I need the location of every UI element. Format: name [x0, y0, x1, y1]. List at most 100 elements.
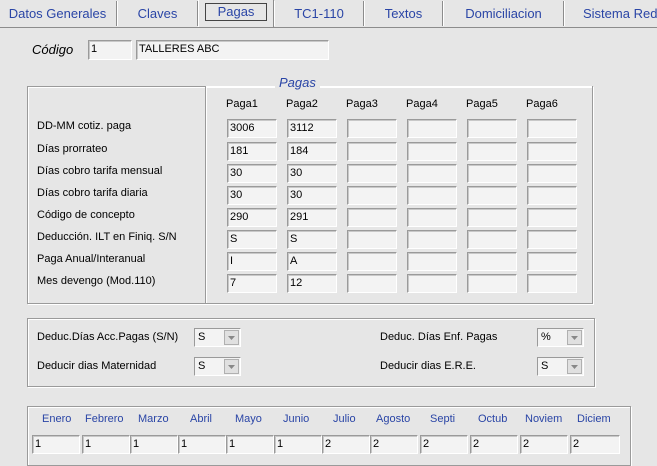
deduc-mat-value: S: [198, 360, 206, 372]
month-value-field[interactable]: 2: [520, 435, 568, 454]
paga3-field[interactable]: [347, 274, 397, 293]
month-value-field[interactable]: 2: [420, 435, 468, 454]
paga6-field[interactable]: [527, 164, 577, 183]
month-label: Abril: [190, 413, 213, 425]
paga5-field[interactable]: [467, 164, 517, 183]
paga1-field[interactable]: 290: [227, 208, 277, 227]
tab-tc1-110[interactable]: TC1-110: [274, 1, 364, 26]
month-value-field[interactable]: 1: [226, 435, 274, 454]
month-label: Noviem: [525, 413, 563, 425]
paga2-field[interactable]: 291: [287, 208, 337, 227]
paga3-field[interactable]: [347, 142, 397, 161]
deduc-ere-select[interactable]: S: [537, 357, 584, 376]
tab-sistema-red[interactable]: Sistema Red: [564, 1, 657, 26]
month-label: Junio: [283, 413, 310, 425]
chevron-down-icon[interactable]: [567, 359, 582, 374]
month-value-field[interactable]: 1: [274, 435, 322, 454]
paga4-field[interactable]: [407, 230, 457, 249]
paga2-field[interactable]: S: [287, 230, 337, 249]
column-header: Paga2: [286, 98, 318, 110]
tab-label: TC1-110: [294, 6, 344, 21]
month-value-field[interactable]: 1: [32, 435, 80, 454]
paga-row-label: Días cobro tarifa diaria: [37, 187, 148, 199]
paga4-field[interactable]: [407, 208, 457, 227]
paga5-field[interactable]: [467, 230, 517, 249]
paga-row-label: Código de concepto: [37, 209, 135, 221]
paga5-field[interactable]: [467, 142, 517, 161]
paga4-field[interactable]: [407, 252, 457, 271]
paga2-field[interactable]: 12: [287, 274, 337, 293]
tab-pagas[interactable]: Pagas: [198, 0, 274, 27]
paga4-field[interactable]: [407, 119, 457, 138]
tab-label: Sistema Red: [583, 6, 657, 21]
paga1-field[interactable]: 3006: [227, 119, 277, 138]
month-value-field[interactable]: 1: [178, 435, 226, 454]
paga4-field[interactable]: [407, 164, 457, 183]
paga2-field[interactable]: A: [287, 252, 337, 271]
column-header: Paga1: [226, 98, 258, 110]
chevron-down-icon[interactable]: [224, 330, 239, 345]
paga5-field[interactable]: [467, 186, 517, 205]
paga2-field[interactable]: 184: [287, 142, 337, 161]
codigo-input[interactable]: 1: [88, 40, 132, 60]
paga5-field[interactable]: [467, 252, 517, 271]
paga1-field[interactable]: I: [227, 252, 277, 271]
deduc-enf-select[interactable]: %: [537, 328, 584, 347]
empresa-name-input[interactable]: TALLERES ABC: [136, 40, 329, 60]
tab-claves[interactable]: Claves: [117, 1, 198, 26]
paga1-field[interactable]: 30: [227, 164, 277, 183]
tab-label: Pagas: [204, 2, 268, 21]
paga1-field[interactable]: 7: [227, 274, 277, 293]
paga-row-label: Mes devengo (Mod.110): [37, 275, 156, 287]
paga6-field[interactable]: [527, 119, 577, 138]
month-value-field[interactable]: 2: [322, 435, 370, 454]
paga6-field[interactable]: [527, 186, 577, 205]
paga5-field[interactable]: [467, 274, 517, 293]
month-value-field[interactable]: 2: [570, 435, 620, 454]
paga6-field[interactable]: [527, 142, 577, 161]
tab-bar: Datos Generales Claves Pagas TC1-110 Tex…: [0, 0, 657, 28]
paga3-field[interactable]: [347, 164, 397, 183]
paga4-field[interactable]: [407, 186, 457, 205]
month-value-field[interactable]: 2: [470, 435, 518, 454]
paga5-field[interactable]: [467, 119, 517, 138]
paga3-field[interactable]: [347, 186, 397, 205]
paga1-field[interactable]: 30: [227, 186, 277, 205]
paga-row-label: Paga Anual/Interanual: [37, 253, 146, 265]
chevron-down-icon[interactable]: [567, 330, 582, 345]
tab-domiciliacion[interactable]: Domiciliacion: [443, 1, 564, 26]
paga-row-label: Días prorrateo: [37, 143, 108, 155]
deduc-acc-select[interactable]: S: [194, 328, 241, 347]
deduc-enf-label: Deduc. Días Enf. Pagas: [380, 331, 498, 343]
paga5-field[interactable]: [467, 208, 517, 227]
month-label: Enero: [42, 413, 72, 425]
paga4-field[interactable]: [407, 274, 457, 293]
chevron-down-icon[interactable]: [224, 359, 239, 374]
paga2-field[interactable]: 30: [287, 186, 337, 205]
paga3-field[interactable]: [347, 252, 397, 271]
month-label: Mayo: [235, 413, 262, 425]
month-value-field[interactable]: 1: [130, 435, 178, 454]
paga4-field[interactable]: [407, 142, 457, 161]
deduc-mat-select[interactable]: S: [194, 357, 241, 376]
paga1-field[interactable]: 181: [227, 142, 277, 161]
deduc-mat-label: Deducir dias Maternidad: [37, 360, 157, 372]
month-value-field[interactable]: 1: [82, 435, 130, 454]
tab-datos-generales[interactable]: Datos Generales: [0, 1, 117, 26]
paga2-field[interactable]: 3112: [287, 119, 337, 138]
paga-row-label: Días cobro tarifa mensual: [37, 165, 163, 177]
paga6-field[interactable]: [527, 274, 577, 293]
paga3-field[interactable]: [347, 119, 397, 138]
paga6-field[interactable]: [527, 208, 577, 227]
deducciones-group: [27, 318, 595, 387]
deduc-acc-label: Deduc.Días Acc.Pagas (S/N): [37, 331, 179, 343]
paga6-field[interactable]: [527, 230, 577, 249]
deduc-ere-label: Deducir dias E.R.E.: [380, 360, 476, 372]
paga1-field[interactable]: S: [227, 230, 277, 249]
tab-textos[interactable]: Textos: [364, 1, 443, 26]
month-value-field[interactable]: 2: [370, 435, 418, 454]
paga3-field[interactable]: [347, 230, 397, 249]
paga3-field[interactable]: [347, 208, 397, 227]
paga2-field[interactable]: 30: [287, 164, 337, 183]
paga6-field[interactable]: [527, 252, 577, 271]
